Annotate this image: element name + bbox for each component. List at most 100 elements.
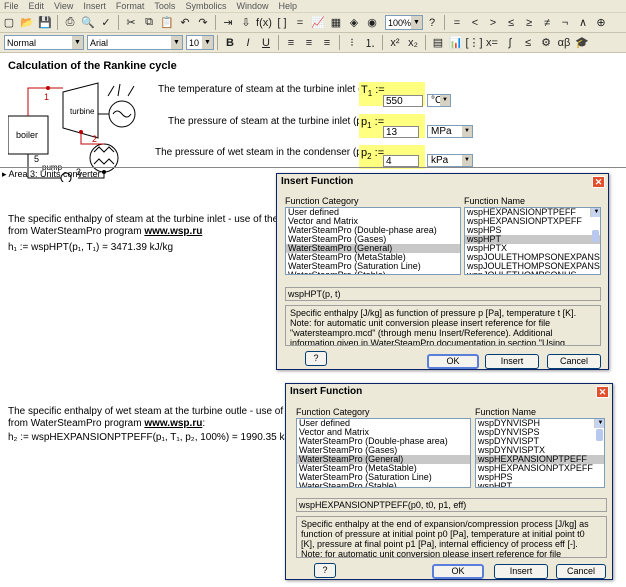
category-list[interactable]: User defined Vector and Matrix WaterSteamP… (285, 207, 461, 275)
math-symbol-button[interactable]: ≥ (521, 15, 537, 31)
menu-item-help[interactable]: Help (278, 1, 297, 11)
ok-button[interactable]: OK (432, 564, 484, 579)
print-preview-icon[interactable]: 🔍 (80, 15, 96, 31)
help-icon[interactable]: ? (424, 15, 440, 31)
wsp-link[interactable]: www.wsp.ru (144, 418, 202, 429)
paste-icon[interactable]: 📋 (159, 15, 175, 31)
formula-h2[interactable]: h₂ := wspHEXPANSIONPTPEFF(p₁, T₁, p₂, 10… (8, 432, 303, 443)
align-left-icon[interactable]: ≡ (283, 35, 299, 51)
menu-item-symbolics[interactable]: Symbolics (185, 1, 226, 11)
component-icon[interactable]: ◈ (346, 15, 362, 31)
align-bottom-icon[interactable]: ⇩ (238, 15, 254, 31)
t1-value-field[interactable]: 550 (383, 95, 423, 107)
spellcheck-icon[interactable]: ✓ (98, 15, 114, 31)
italic-button[interactable]: I (240, 35, 256, 51)
t1-unit-select[interactable]: °C ▼ (427, 94, 451, 107)
function-name-list[interactable]: wspDYNVISPH wspDYNVISPS wspDYNVISPT wspDYNV… (475, 418, 605, 488)
programming-toolbar-icon[interactable]: ⚙ (538, 35, 554, 51)
scroll-down-icon[interactable]: ▼ (591, 208, 600, 217)
scroll-thumb[interactable] (596, 429, 603, 441)
math-symbol-button[interactable]: = (449, 15, 465, 31)
function-name-list[interactable]: wspHEXPANSIONPTPEFF wspHEXPANSIONPTXPEFF w… (464, 207, 601, 275)
zoom-select[interactable]: 100% ▼ (385, 15, 423, 30)
insert-unit-icon[interactable]: [ ] (274, 15, 290, 31)
symbolic-toolbar-icon[interactable]: 🎓 (574, 35, 590, 51)
calculate-icon[interactable]: = (292, 15, 308, 31)
menu-item-insert[interactable]: Insert (83, 1, 106, 11)
math-symbol-button[interactable]: ¬ (557, 15, 573, 31)
align-icon[interactable]: ⇥ (220, 15, 236, 31)
math-symbol-button[interactable]: < (467, 15, 483, 31)
paragraph-1: The specific enthalpy of steam at the tu… (8, 214, 321, 238)
insert-button[interactable]: Insert (485, 354, 539, 369)
p1-unit-select[interactable]: MPa ▼ (427, 125, 473, 138)
math-symbol-button[interactable]: ⊕ (593, 15, 609, 31)
underline-button[interactable]: U (258, 35, 274, 51)
cancel-button[interactable]: Cancel (556, 564, 606, 579)
bold-button[interactable]: B (222, 35, 238, 51)
math-symbol-button[interactable]: ∧ (575, 15, 591, 31)
p2-value-field[interactable]: 4 (383, 155, 419, 167)
scrollbar[interactable]: ▲▼ (594, 419, 604, 441)
print-icon[interactable]: ⎙ (62, 15, 78, 31)
help-button[interactable]: ? (314, 563, 336, 578)
separator (118, 15, 119, 30)
category-list[interactable]: User defined Vector and Matrix WaterSteamP… (296, 418, 471, 488)
p1-value-field[interactable]: 13 (383, 126, 419, 138)
cut-icon[interactable]: ✂ (123, 15, 139, 31)
align-right-icon[interactable]: ≡ (319, 35, 335, 51)
help-button[interactable]: ? (305, 351, 327, 366)
menu-item-format[interactable]: Format (116, 1, 145, 11)
menu-item-file[interactable]: File (4, 1, 19, 11)
style-select[interactable]: Normal ▼ (4, 35, 84, 50)
greek-toolbar-icon[interactable]: αβ (556, 35, 572, 51)
menu-item-window[interactable]: Window (236, 1, 268, 11)
save-icon[interactable]: 💾 (37, 15, 53, 31)
matrix-toolbar-icon[interactable]: [⋮] (465, 35, 482, 51)
list-item[interactable]: wspJOULETHOMPSONHS (465, 271, 600, 275)
undo-icon[interactable]: ↶ (177, 15, 193, 31)
cancel-button[interactable]: Cancel (547, 354, 601, 369)
list-item[interactable]: wspHPT (476, 482, 604, 488)
close-icon[interactable]: ✕ (596, 386, 609, 398)
evaluation-toolbar-icon[interactable]: x= (484, 35, 500, 51)
new-document-icon[interactable]: ▢ (1, 15, 17, 31)
scroll-thumb[interactable] (592, 230, 599, 242)
p2-unit-select[interactable]: kPa ▼ (427, 154, 473, 167)
scrollbar[interactable]: ▲▼ (590, 208, 600, 242)
close-icon[interactable]: ✕ (592, 176, 605, 188)
insert-matrix-icon[interactable]: ▦ (328, 15, 344, 31)
redo-icon[interactable]: ↷ (195, 15, 211, 31)
math-symbol-button[interactable]: > (485, 15, 501, 31)
formula-h1[interactable]: h₁ := wspHPT(p₁, T₁) = 3471.39 kJ/kg (8, 242, 173, 253)
list-item[interactable]: WaterSteamPro (Stable) (297, 482, 470, 488)
math-symbol-button[interactable]: ≤ (503, 15, 519, 31)
insert-button[interactable]: Insert (494, 564, 548, 579)
resource-icon[interactable]: ◉ (364, 15, 380, 31)
insert-function-icon[interactable]: f(x) (256, 15, 272, 31)
bullets-icon[interactable]: ⁝ (344, 35, 360, 51)
calculator-toolbar-icon[interactable]: ▤ (430, 35, 446, 51)
font-select[interactable]: Arial ▼ (87, 35, 183, 50)
font-size-select[interactable]: 10 ▼ (186, 35, 214, 50)
copy-icon[interactable]: ⧉ (141, 15, 157, 31)
menu-item-view[interactable]: View (54, 1, 73, 11)
ok-button[interactable]: OK (427, 354, 479, 369)
math-symbol-button[interactable]: ≠ (539, 15, 555, 31)
boolean-toolbar-icon[interactable]: ≤ (520, 35, 536, 51)
menu-item-tools[interactable]: Tools (154, 1, 175, 11)
subscript-icon[interactable]: x₂ (405, 35, 421, 51)
open-folder-icon[interactable]: 📂 (19, 15, 35, 31)
chevron-down-icon: ▼ (72, 36, 83, 49)
calculus-toolbar-icon[interactable]: ∫ (502, 35, 518, 51)
superscript-icon[interactable]: x² (387, 35, 403, 51)
category-label: Function Category (285, 196, 359, 206)
wsp-link[interactable]: www.wsp.ru (144, 226, 202, 237)
list-item[interactable]: WaterSteamPro (Stable) (286, 271, 460, 275)
scroll-down-icon[interactable]: ▼ (595, 419, 604, 428)
insert-graph-icon[interactable]: 📈 (310, 15, 326, 31)
menu-item-edit[interactable]: Edit (29, 1, 45, 11)
align-center-icon[interactable]: ≡ (301, 35, 317, 51)
numbering-icon[interactable]: ⒈ (362, 35, 378, 51)
graph-toolbar-icon[interactable]: 📊 (448, 35, 464, 51)
